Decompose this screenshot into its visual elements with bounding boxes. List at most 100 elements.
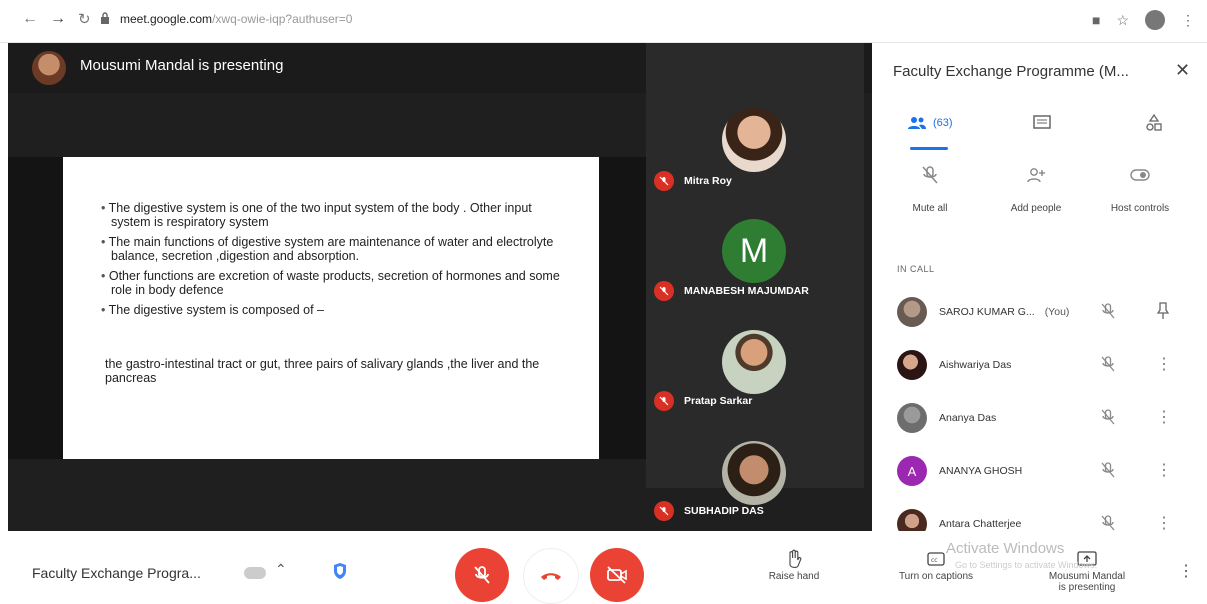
hand-icon	[762, 547, 826, 571]
muted-mic-icon	[1101, 515, 1115, 531]
participant-name: Antara Chatterjee	[939, 518, 1022, 530]
browser-toolbar: ← → ↻ meet.google.com/xwq-owie-iqp?authu…	[0, 0, 1207, 43]
host-actions: Mute all Add people Host controls	[873, 161, 1207, 233]
url-host: meet.google.com	[120, 12, 213, 26]
list-item[interactable]: A ANANYA GHOSH ⋮	[873, 444, 1207, 497]
forward-icon[interactable]: →	[50, 10, 66, 28]
more-options-icon[interactable]: ⋮	[1156, 513, 1172, 533]
slide-bullet: The digestive system is composed of –	[101, 303, 571, 317]
meeting-details-button[interactable]: Faculty Exchange Progra...	[32, 565, 201, 581]
participant-avatar	[897, 297, 927, 327]
camera-indicator-icon[interactable]: ■	[1092, 12, 1100, 28]
list-item[interactable]: Aishwariya Das ⋮	[873, 338, 1207, 391]
shield-icon[interactable]	[333, 562, 347, 580]
raise-hand-button[interactable]: Raise hand	[762, 547, 826, 582]
more-options-icon[interactable]: ⋮	[1156, 460, 1172, 480]
call-controls-bar: Faculty Exchange Progra... ⌃ Raise hand …	[0, 531, 1207, 604]
muted-mic-icon	[1101, 303, 1115, 319]
slide-bullet: The digestive system is one of the two i…	[101, 201, 571, 229]
participant-name: SUBHADIP DAS	[684, 505, 764, 517]
participant-name: SAROJ KUMAR G... (You)	[939, 306, 1070, 318]
people-count: (63)	[933, 117, 953, 129]
muted-mic-icon	[654, 171, 674, 191]
participant-name: Aishwariya Das	[939, 359, 1012, 371]
menu-kebab-icon[interactable]: ⋮	[1181, 12, 1195, 29]
participant-name: Ananya Das	[939, 412, 997, 424]
participant-tile[interactable]: M MANABESH MAJUMDAR	[646, 209, 864, 320]
host-controls-label: Host controls	[1110, 203, 1170, 214]
tab-people[interactable]: (63)	[907, 103, 953, 143]
muted-mic-icon	[654, 501, 674, 521]
participant-tiles: Mitra Roy M MANABESH MAJUMDAR Pratap Sar…	[646, 43, 864, 521]
activities-icon	[1146, 114, 1162, 131]
participant-avatar	[897, 403, 927, 433]
slide-text: the gastro-intestinal tract or gut, thre…	[105, 357, 540, 385]
host-controls-icon	[1095, 161, 1185, 189]
muted-mic-icon	[654, 281, 674, 301]
list-item[interactable]: Ananya Das ⋮	[873, 391, 1207, 444]
camera-off-icon	[607, 566, 627, 584]
mute-all-label: Mute all	[912, 203, 948, 214]
activate-windows-subtext: Go to Settings to activate Windows.	[955, 560, 1098, 570]
participant-initial-avatar: M	[722, 219, 786, 283]
reload-icon[interactable]: ↻	[78, 10, 91, 28]
participant-name: ANANYA GHOSH	[939, 465, 1023, 477]
address-bar[interactable]: meet.google.com/xwq-owie-iqp?authuser=0	[120, 12, 352, 26]
captions-chip-icon[interactable]	[244, 567, 266, 579]
tab-activities[interactable]	[1145, 103, 1163, 143]
participant-tile[interactable]: Pratap Sarkar	[646, 320, 864, 431]
lock-icon	[101, 12, 109, 24]
leave-call-button[interactable]	[523, 548, 579, 604]
host-controls-button[interactable]: Host controls	[1095, 161, 1185, 214]
pin-icon[interactable]	[1157, 302, 1169, 320]
chevron-up-icon[interactable]: ⌃	[275, 561, 287, 578]
slide-frame: The digestive system is one of the two i…	[8, 157, 656, 459]
people-panel: Faculty Exchange Programme (M... ✕ (63) …	[873, 43, 1207, 539]
participant-tile[interactable]: Mitra Roy	[646, 98, 864, 209]
svg-text:cc: cc	[931, 557, 938, 564]
tab-chat[interactable]	[1033, 103, 1051, 143]
active-tab-indicator	[910, 147, 948, 150]
close-icon[interactable]: ✕	[1175, 60, 1190, 81]
participant-tile[interactable]: SUBHADIP DAS	[646, 431, 864, 542]
activate-windows-watermark: Activate Windows	[946, 540, 1065, 557]
mute-all-button[interactable]: Mute all	[885, 161, 975, 214]
more-options-icon[interactable]: ⋮	[1156, 407, 1172, 427]
more-options-icon[interactable]: ⋮	[1178, 561, 1194, 581]
muted-mic-icon	[1101, 462, 1115, 478]
mic-toggle-button[interactable]	[455, 548, 509, 602]
muted-mic-icon	[654, 391, 674, 411]
panel-tabs: (63)	[873, 103, 1207, 153]
camera-toggle-button[interactable]	[590, 548, 644, 602]
muted-mic-icon	[1101, 409, 1115, 425]
presenter-label: Mousumi Mandal is presenting	[80, 57, 284, 74]
mute-all-icon	[885, 161, 975, 189]
list-item[interactable]: SAROJ KUMAR G... (You)	[873, 285, 1207, 338]
participant-photo	[722, 330, 786, 394]
profile-avatar[interactable]	[1145, 10, 1165, 30]
participant-list: SAROJ KUMAR G... (You) Aishwariya Das ⋮ A…	[873, 285, 1207, 550]
participant-name: Mitra Roy	[684, 175, 732, 187]
slide-bullet: Other functions are excretion of waste p…	[101, 269, 571, 297]
add-person-icon	[991, 161, 1081, 189]
panel-title: Faculty Exchange Programme (M...	[893, 63, 1129, 80]
mic-off-icon	[474, 566, 490, 584]
muted-mic-icon	[1101, 356, 1115, 372]
slide-bullet: The main functions of digestive system a…	[101, 235, 571, 263]
slide-bullet-list: The digestive system is one of the two i…	[101, 201, 571, 323]
participant-name: Pratap Sarkar	[684, 395, 753, 407]
participant-photo	[722, 108, 786, 172]
url-path: /xwq-owie-iqp?authuser=0	[212, 12, 353, 26]
participant-avatar	[897, 350, 927, 380]
participant-name: MANABESH MAJUMDAR	[684, 285, 809, 297]
presenter-avatar	[32, 51, 66, 85]
presenting-label-1: Mousumi Mandal	[1048, 571, 1126, 582]
add-people-button[interactable]: Add people	[991, 161, 1081, 214]
hang-up-icon	[541, 573, 561, 580]
chat-icon	[1033, 115, 1051, 129]
participant-photo	[722, 441, 786, 505]
star-icon[interactable]: ☆	[1116, 12, 1129, 29]
back-icon[interactable]: ←	[22, 10, 38, 28]
more-options-icon[interactable]: ⋮	[1156, 354, 1172, 374]
captions-label: Turn on captions	[898, 571, 974, 582]
